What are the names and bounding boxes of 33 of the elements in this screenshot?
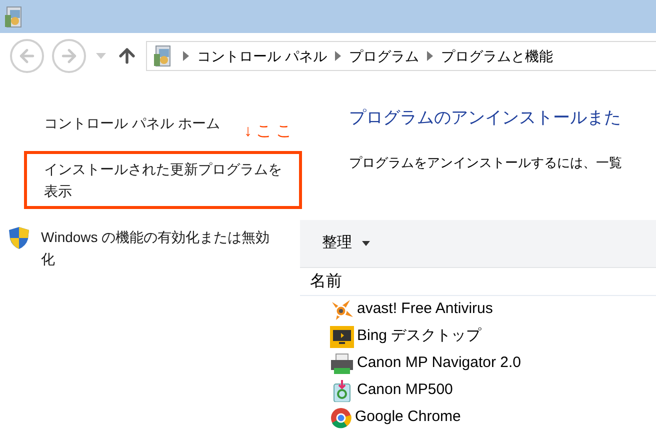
program-name[interactable]: Google Chrome xyxy=(355,406,461,429)
chevron-icon xyxy=(334,51,341,61)
printer-icon xyxy=(330,352,354,374)
program-name[interactable]: Canon MP500 xyxy=(357,379,453,402)
breadcrumb[interactable]: プログラムと機能 xyxy=(440,46,553,66)
forward-icon xyxy=(59,46,79,66)
forward-button[interactable] xyxy=(52,39,86,73)
monitor-icon xyxy=(330,326,354,348)
sidebar-link[interactable]: インストールされた更新プログラムを表示 xyxy=(44,158,282,202)
shield-icon xyxy=(8,226,30,250)
breadcrumb[interactable]: プログラム xyxy=(348,46,419,66)
page-heading: プログラムのアンインストールまた xyxy=(349,107,622,129)
back-button[interactable] xyxy=(10,39,44,73)
address-bar[interactable]: コントロール パネル プログラム プログラムと機能 xyxy=(146,41,656,71)
program-name[interactable]: Bing デスクトップ xyxy=(357,325,482,348)
splat-logo-icon xyxy=(330,298,354,320)
page-description: プログラムをアンインストールするには、一覧 xyxy=(349,154,623,172)
organize-button[interactable]: 整理 xyxy=(322,232,370,255)
history-dropdown[interactable] xyxy=(94,53,108,59)
caret-icon xyxy=(362,241,370,246)
up-button[interactable] xyxy=(116,45,138,67)
annotation-text: ↓ここ xyxy=(244,122,296,142)
round-color-icon xyxy=(330,406,352,428)
back-icon xyxy=(17,46,37,66)
caret-icon xyxy=(96,53,106,59)
breadcrumb[interactable]: コントロール パネル xyxy=(197,46,327,66)
program-name[interactable]: avast! Free Antivirus xyxy=(357,298,493,321)
chevron-icon xyxy=(426,51,433,61)
program-name[interactable]: Canon MP Navigator 2.0 xyxy=(357,352,521,375)
sidebar-link[interactable]: コントロール パネル ホーム xyxy=(44,112,220,134)
sidebar-link[interactable]: Windows の機能の有効化または無効化 xyxy=(41,226,273,270)
chevron-icon xyxy=(183,51,189,61)
column-header[interactable]: 名前 xyxy=(310,270,342,294)
